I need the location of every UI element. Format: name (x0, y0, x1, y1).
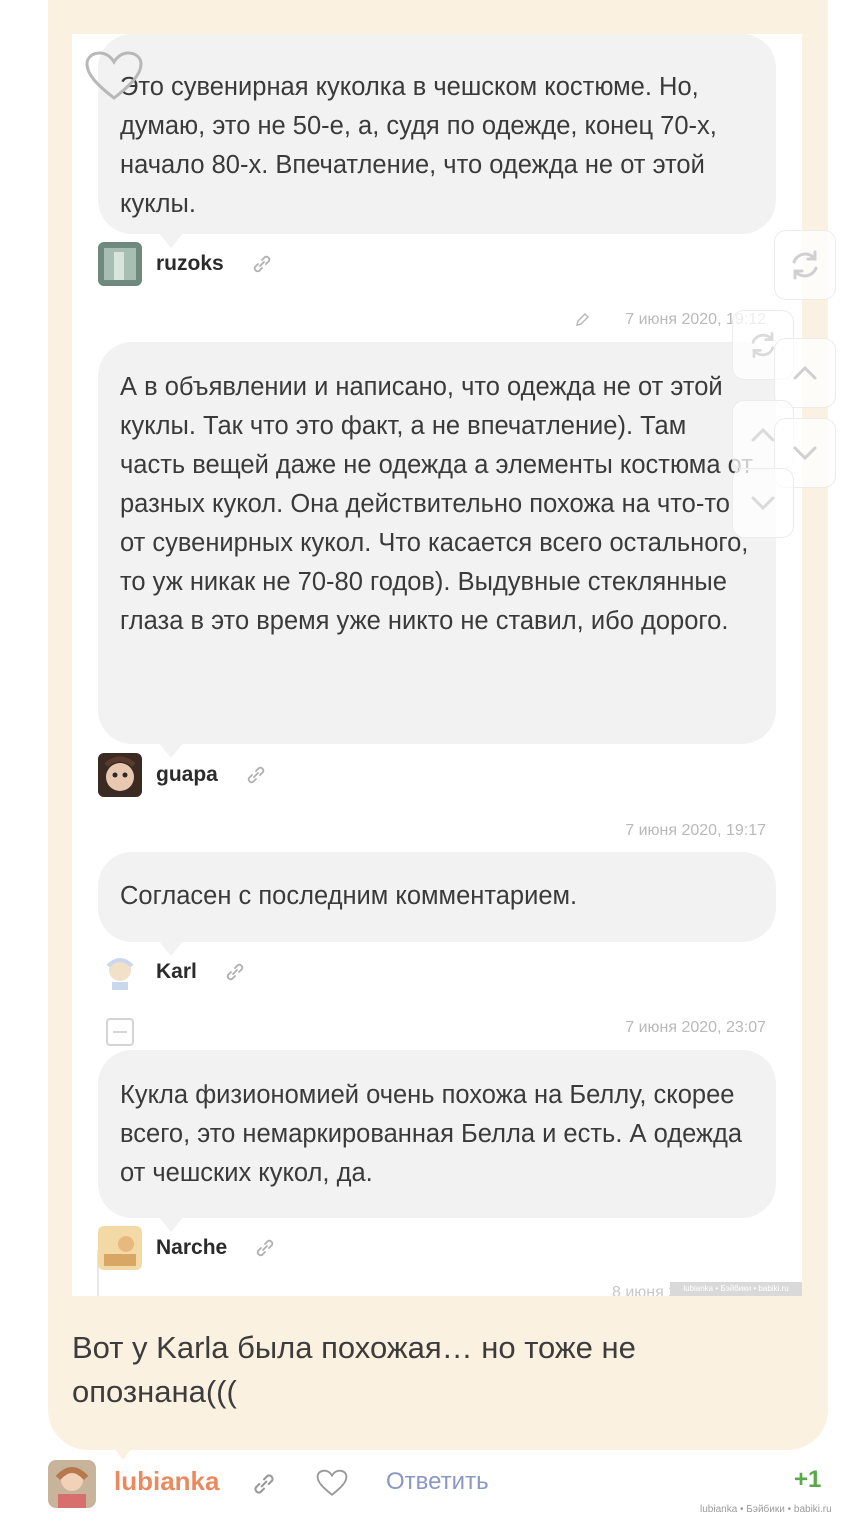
comment-text: А в объявлении и написано, что одежда не… (120, 373, 753, 635)
author-name[interactable]: lubianka (114, 1466, 219, 1497)
comment-text: Это сувенирная куколка в чешском костюме… (120, 73, 717, 218)
author-name[interactable]: guapa (156, 763, 218, 787)
comment-author-1: ruzoks (98, 242, 274, 286)
link-icon[interactable] (223, 960, 247, 984)
comment-bubble-4: Кукла физиономией очень похожа на Беллу,… (98, 1050, 776, 1232)
comment-bubble-1: Это сувенирная куколка в чешском костюме… (98, 34, 776, 248)
link-icon[interactable] (244, 763, 268, 787)
comment-date: 7 июня 2020, 23:07 (625, 1019, 766, 1036)
scroll-up-button[interactable] (774, 338, 836, 408)
collapse-icon[interactable] (106, 1018, 134, 1046)
watermark: lubianka • Бэйбики • babiki.ru (700, 1504, 832, 1515)
author-name[interactable]: Narche (156, 1236, 227, 1260)
heart-icon[interactable] (316, 1468, 348, 1498)
chevron-down-icon (793, 446, 817, 461)
comment-text: Кукла физиономией очень похожа на Беллу,… (120, 1081, 743, 1187)
link-icon[interactable] (250, 1470, 278, 1498)
post-bubble-tail (108, 1440, 138, 1460)
avatar[interactable] (98, 242, 142, 286)
author-name[interactable]: ruzoks (156, 252, 224, 276)
vote-count: +1 (794, 1466, 822, 1493)
comment-text: Согласен с последним комментарием. (120, 882, 578, 910)
comment-author-4: Narche (98, 1226, 277, 1270)
comment-author-2: guapa (98, 753, 268, 797)
link-icon[interactable] (250, 252, 274, 276)
scroll-down-button-echo[interactable] (732, 468, 794, 538)
pencil-icon (576, 313, 589, 326)
chevron-down-icon (751, 496, 775, 511)
chevron-up-icon (793, 365, 817, 380)
comment-bubble-3: Согласен с последним комментарием. (98, 852, 776, 956)
avatar[interactable] (98, 1226, 142, 1270)
avatar[interactable] (48, 1460, 96, 1508)
comment-bubble-2: А в объявлении и написано, что одежда не… (98, 342, 776, 758)
avatar[interactable] (98, 950, 142, 994)
screenshot-watermark: lubianka • Бэйбики • babiki.ru (670, 1282, 802, 1296)
post-text: Вот у Karla была похожая… но тоже не опо… (72, 1330, 636, 1409)
comment-date: 7 июня 2020, 19:17 (625, 822, 766, 839)
refresh-icon (792, 250, 818, 280)
comment-author-3: Karl (98, 950, 247, 994)
reply-button[interactable]: Ответить (386, 1468, 489, 1496)
link-icon[interactable] (253, 1236, 277, 1260)
avatar[interactable] (98, 753, 142, 797)
refresh-button[interactable] (774, 230, 836, 300)
author-name[interactable]: Karl (156, 960, 197, 984)
heart-icon[interactable] (84, 50, 144, 102)
